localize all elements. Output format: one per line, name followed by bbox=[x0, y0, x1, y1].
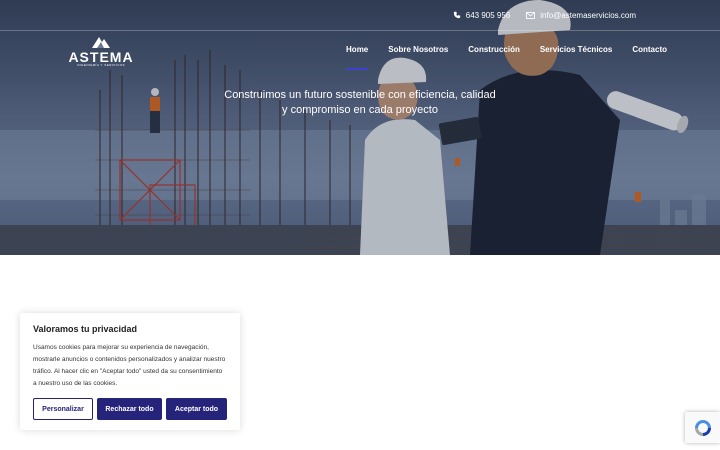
phone-contact[interactable]: 643 905 956 bbox=[453, 11, 511, 20]
logo-mountain-icon bbox=[92, 37, 110, 48]
phone-number[interactable]: 643 905 956 bbox=[466, 11, 511, 20]
nav-item-home[interactable]: Home bbox=[346, 45, 369, 71]
hero-tagline: Construimos un futuro sostenible con efi… bbox=[0, 88, 720, 118]
nav-item-sobre-nosotros[interactable]: Sobre Nosotros bbox=[388, 45, 448, 71]
nav-item-servicios-tecnicos[interactable]: Servicios Técnicos bbox=[540, 45, 612, 71]
recaptcha-icon bbox=[694, 419, 711, 436]
customize-button[interactable]: Personalizar bbox=[33, 398, 93, 420]
hero-banner: 643 905 956 info@astemaservicios.com AST… bbox=[0, 0, 720, 255]
cookie-title: Valoramos tu privacidad bbox=[33, 324, 138, 334]
email-contact[interactable]: info@astemaservicios.com bbox=[526, 11, 636, 20]
header-divider bbox=[0, 30, 720, 31]
accept-all-button[interactable]: Aceptar todo bbox=[166, 398, 227, 420]
logo-subtitle: INGENIERÍA Y SERVICIOS bbox=[76, 63, 125, 67]
cookie-actions: Personalizar Rechazar todo Aceptar todo bbox=[33, 398, 227, 420]
cookie-consent-banner: Valoramos tu privacidad Usamos cookies p… bbox=[20, 313, 240, 430]
recaptcha-badge[interactable] bbox=[685, 412, 720, 443]
site-logo[interactable]: ASTEMA INGENIERÍA Y SERVICIOS bbox=[68, 36, 134, 68]
reject-all-button[interactable]: Rechazar todo bbox=[97, 398, 162, 420]
nav-item-contacto[interactable]: Contacto bbox=[632, 45, 667, 71]
cookie-body: Usamos cookies para mejorar su experienc… bbox=[33, 344, 226, 387]
envelope-icon bbox=[526, 11, 536, 19]
phone-icon bbox=[453, 11, 460, 19]
email-address[interactable]: info@astemaservicios.com bbox=[540, 11, 636, 20]
top-contact-bar: 643 905 956 info@astemaservicios.com bbox=[0, 0, 720, 30]
hero-tagline-line1: Construimos un futuro sostenible con efi… bbox=[224, 89, 496, 101]
hero-tagline-line2: y compromiso en cada proyecto bbox=[282, 104, 438, 116]
main-navigation: Home Sobre Nosotros Construcción Servici… bbox=[326, 45, 667, 71]
nav-item-construccion[interactable]: Construcción bbox=[468, 45, 520, 71]
